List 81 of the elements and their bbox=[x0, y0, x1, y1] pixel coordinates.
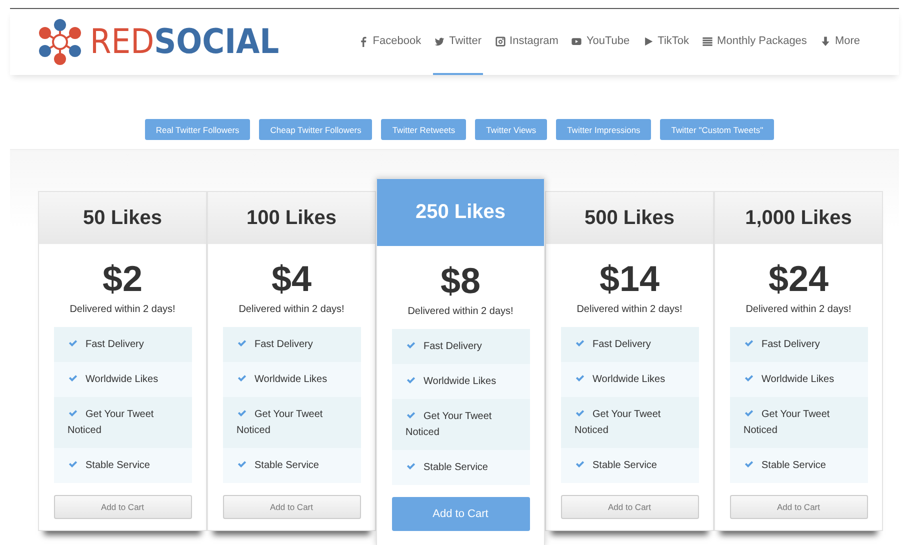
check-icon bbox=[406, 340, 416, 350]
plan-price: $8 bbox=[440, 260, 481, 302]
plan-price: $14 bbox=[599, 258, 660, 300]
plan-title: 1,000 Likes bbox=[715, 192, 882, 244]
feature-row: Worldwide Likes bbox=[560, 362, 698, 397]
check-icon bbox=[574, 373, 584, 383]
feature-row: Stable Service bbox=[222, 448, 360, 483]
check-icon bbox=[236, 338, 246, 348]
nav-label[interactable]: YouTube bbox=[586, 35, 630, 47]
feature-row: Get Your Tweet Noticed bbox=[560, 397, 698, 448]
plan-title: 100 Likes bbox=[208, 192, 375, 244]
check-icon bbox=[574, 408, 584, 418]
delivery-note: Delivered within 2 days! bbox=[238, 304, 344, 315]
add-to-cart-button[interactable]: Add to Cart bbox=[560, 495, 698, 519]
play-icon bbox=[642, 36, 654, 46]
delivery-note: Delivered within 2 days! bbox=[746, 304, 852, 315]
nav-label[interactable]: More bbox=[834, 35, 860, 47]
feature-row: Worldwide Likes bbox=[392, 364, 530, 399]
feature-row: Worldwide Likes bbox=[222, 362, 360, 397]
twitter-icon bbox=[434, 36, 446, 46]
feature-row: Get Your Tweet Noticed bbox=[392, 399, 530, 450]
plan-price: $24 bbox=[768, 258, 829, 300]
nav-label[interactable]: Twitter bbox=[449, 35, 482, 47]
logo-text[interactable]: REDSOCIAL bbox=[90, 22, 280, 62]
plan-price: $2 bbox=[102, 258, 143, 300]
nav-label[interactable]: Instagram bbox=[510, 35, 558, 47]
check-icon bbox=[236, 408, 246, 418]
delivery-note: Delivered within 2 days! bbox=[576, 304, 682, 315]
delivery-note: Delivered within 2 days! bbox=[408, 306, 514, 317]
feature-row: Get Your Tweet Noticed bbox=[730, 397, 868, 448]
check-icon bbox=[68, 459, 78, 469]
delivery-note: Delivered within 2 days! bbox=[70, 304, 176, 315]
check-icon bbox=[68, 408, 78, 418]
feature-row: Fast Delivery bbox=[392, 329, 530, 364]
feature-row: Get Your Tweet Noticed bbox=[222, 397, 360, 448]
down-arrow-icon bbox=[820, 36, 831, 46]
nav-link[interactable]: Instagram bbox=[494, 9, 560, 75]
nav-label[interactable]: Monthly Packages bbox=[717, 35, 807, 47]
logo-icon bbox=[36, 18, 84, 66]
feature-row: Fast Delivery bbox=[730, 327, 868, 362]
check-icon bbox=[406, 410, 416, 420]
nav-label[interactable]: TikTok bbox=[658, 35, 690, 47]
nav-link[interactable]: Facebook bbox=[356, 9, 422, 75]
check-icon bbox=[744, 338, 754, 348]
nav-link[interactable]: YouTube bbox=[570, 9, 631, 75]
list-icon bbox=[702, 36, 714, 46]
check-icon bbox=[236, 373, 246, 383]
plan-title: 50 Likes bbox=[39, 192, 206, 244]
check-icon bbox=[406, 375, 416, 385]
check-icon bbox=[406, 461, 416, 471]
video-icon bbox=[571, 36, 582, 46]
feature-row: Stable Service bbox=[392, 450, 530, 485]
instagram-icon bbox=[494, 36, 506, 46]
check-icon bbox=[744, 408, 754, 418]
feature-row: Fast Delivery bbox=[54, 327, 192, 362]
check-icon bbox=[574, 338, 584, 348]
nav-label[interactable]: Facebook bbox=[372, 35, 422, 47]
nav-link[interactable]: Monthly Packages bbox=[701, 9, 808, 75]
feature-row: Get Your Tweet Noticed bbox=[54, 397, 192, 448]
plan-title: 500 Likes bbox=[546, 192, 713, 244]
feature-row: Fast Delivery bbox=[560, 327, 698, 362]
feature-row: Worldwide Likes bbox=[54, 362, 192, 397]
feature-row: Worldwide Likes bbox=[730, 362, 868, 397]
add-to-cart-button[interactable]: Add to Cart bbox=[730, 495, 868, 519]
check-icon bbox=[236, 459, 246, 469]
check-icon bbox=[68, 373, 78, 383]
add-to-cart-button[interactable]: Add to Cart bbox=[222, 495, 360, 519]
feature-row: Fast Delivery bbox=[222, 327, 360, 362]
nav-link[interactable]: Twitter bbox=[433, 9, 483, 75]
plan-title: 250 Likes bbox=[377, 179, 544, 246]
nav-link[interactable]: More bbox=[818, 9, 861, 75]
feature-row: Stable Service bbox=[560, 448, 698, 483]
feature-row: Stable Service bbox=[54, 448, 192, 483]
check-icon bbox=[744, 459, 754, 469]
check-icon bbox=[744, 373, 754, 383]
add-to-cart-button[interactable]: Add to Cart bbox=[54, 495, 192, 519]
plan-price: $4 bbox=[271, 258, 312, 300]
nav-link[interactable]: TikTok bbox=[642, 9, 690, 75]
feature-row: Stable Service bbox=[730, 448, 868, 483]
check-icon bbox=[68, 338, 78, 348]
check-icon bbox=[574, 459, 584, 469]
